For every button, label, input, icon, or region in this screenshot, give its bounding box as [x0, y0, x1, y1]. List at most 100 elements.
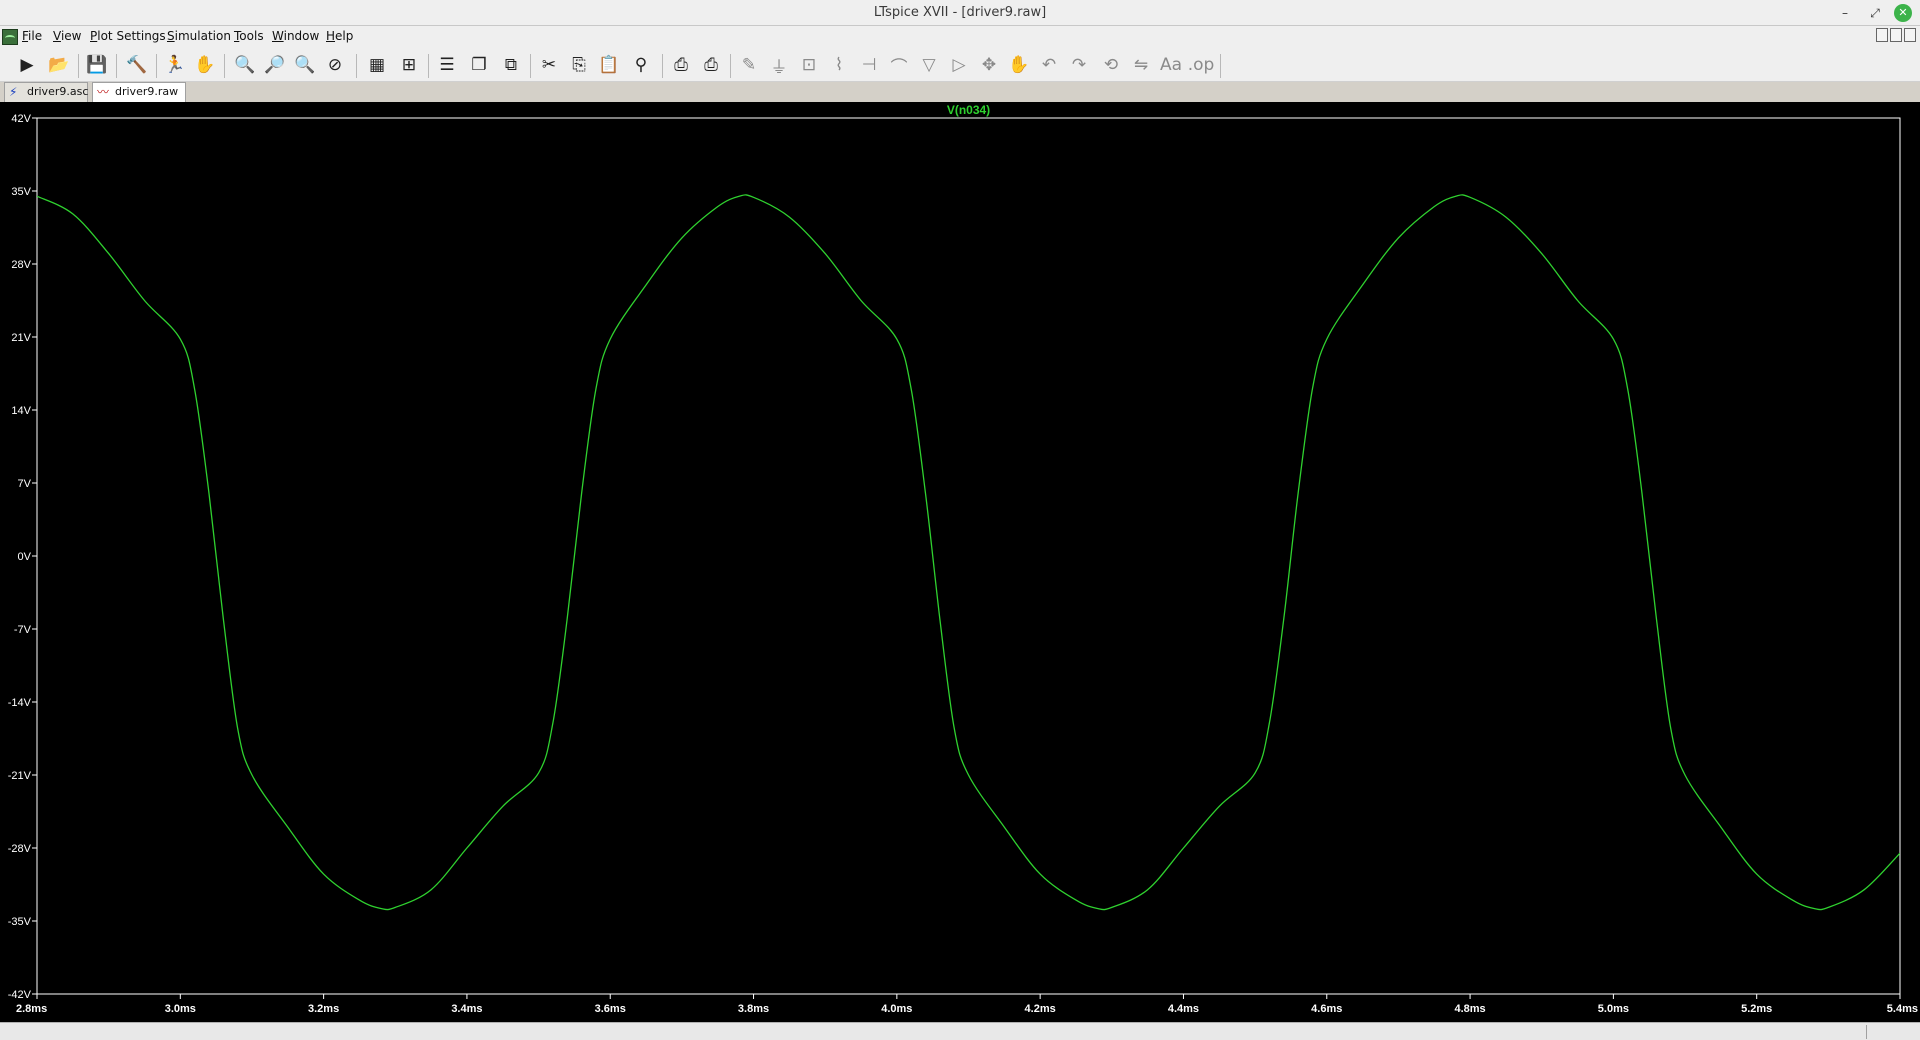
move-icon[interactable]: ✥	[976, 52, 1002, 78]
menu-help[interactable]: Help	[326, 29, 353, 43]
tab-driver9-raw[interactable]: 〰 driver9.raw	[92, 82, 186, 102]
mirror-icon[interactable]: ⇋	[1128, 52, 1154, 78]
mdi-restore-button[interactable]	[1876, 28, 1888, 42]
x-tick-label: 3.6ms	[595, 1003, 626, 1015]
waveform-viewer[interactable]: 42V 35V 28V 21V 14V 7V 0V -7V -14V -21V -28V -35V -4…	[0, 102, 1920, 1022]
ltspice-app-icon[interactable]	[2, 29, 18, 45]
y-tick-label: -42V	[8, 989, 32, 1001]
control-panel-icon[interactable]: 🔨	[124, 52, 150, 78]
cascade-windows-icon[interactable]: ❐	[466, 52, 492, 78]
x-tick-label: 4.0ms	[881, 1003, 912, 1015]
status-divider	[1866, 1025, 1867, 1039]
menu-file[interactable]: File	[22, 29, 42, 43]
mdi-tile-button[interactable]	[1890, 28, 1902, 42]
ground-icon[interactable]: ⏚	[766, 52, 792, 78]
zoom-icon[interactable]: 🔎	[262, 52, 288, 78]
y-tick-label: -35V	[8, 916, 32, 928]
print-preview-icon[interactable]: ⎙	[698, 52, 724, 78]
toolbar: ▶ 📂 💾 🔨 🏃 ✋ 🔍 🔎 🔍 ⊘ ▦ ⊞ ☰ ❐ ⧉ ✂ ⎘ 📋 ⚲ ⎙ …	[0, 48, 1920, 82]
toolbar-separator	[224, 54, 225, 78]
add-plot-pane-icon[interactable]: ⊞	[396, 52, 422, 78]
toolbar-separator	[356, 54, 357, 78]
x-tick-label: 3.2ms	[308, 1003, 339, 1015]
menu-help-label: elp	[335, 29, 354, 43]
status-bar	[0, 1022, 1920, 1040]
waveform-icon: 〰	[97, 85, 110, 99]
menu-plot-settings[interactable]: Plot Settings	[90, 29, 166, 43]
redo-icon[interactable]: ↷	[1066, 52, 1092, 78]
plot-frame	[36, 117, 1901, 995]
tab-driver9-asc[interactable]: ⚡ driver9.asc	[4, 82, 88, 102]
window-titlebar: LTspice XVII - [driver9.raw] – ⤢ ✕	[0, 0, 1920, 26]
trace-legend-label[interactable]: V(n034)	[947, 103, 990, 117]
menu-file-label: ile	[28, 29, 43, 43]
toolbar-separator	[662, 54, 663, 78]
spice-directive-icon[interactable]: .op	[1188, 52, 1215, 78]
zoom-in-icon[interactable]: 🔍	[232, 52, 258, 78]
toolbar-separator	[156, 54, 157, 78]
menu-view[interactable]: View	[53, 29, 81, 43]
drag-icon[interactable]: ✋	[1006, 52, 1032, 78]
x-tick-label: 5.2ms	[1741, 1003, 1772, 1015]
close-button[interactable]: ✕	[1894, 4, 1912, 22]
x-tick-label: 5.4ms	[1887, 1003, 1918, 1015]
x-tick-label: 4.2ms	[1025, 1003, 1056, 1015]
menu-simulation[interactable]: Simulation	[167, 29, 231, 43]
trace-v-n034	[37, 194, 1900, 911]
text-icon[interactable]: Aa	[1158, 52, 1184, 78]
y-tick-label: 7V	[18, 478, 32, 490]
menu-tools[interactable]: Tools	[234, 29, 264, 43]
inductor-icon[interactable]: ⌒	[886, 52, 912, 78]
menu-simulation-label: imulation	[174, 29, 231, 43]
rotate-icon[interactable]: ⟲	[1098, 52, 1124, 78]
paste-icon[interactable]: 📋	[596, 52, 622, 78]
toolbar-separator	[1220, 54, 1221, 78]
tile-vertical-icon[interactable]: ⧉	[498, 52, 524, 78]
label-net-icon[interactable]: ⊡	[796, 52, 822, 78]
diode-icon[interactable]: ▽	[916, 52, 942, 78]
zoom-fit-icon[interactable]: ⊘	[322, 52, 348, 78]
schematic-icon: ⚡	[9, 85, 18, 99]
waveform-plot[interactable]: 42V 35V 28V 21V 14V 7V 0V -7V -14V -21V -28V -35V -4…	[0, 102, 1920, 1022]
x-tick-label: 5.0ms	[1598, 1003, 1629, 1015]
capacitor-icon[interactable]: ⊣	[856, 52, 882, 78]
draw-wire-icon[interactable]: ✎	[736, 52, 762, 78]
undo-icon[interactable]: ↶	[1036, 52, 1062, 78]
y-tick-label: 14V	[11, 405, 31, 417]
component-icon[interactable]: ▷	[946, 52, 972, 78]
run-icon[interactable]: ▶	[14, 52, 40, 78]
resistor-icon[interactable]: ⌇	[826, 52, 852, 78]
cut-icon[interactable]: ✂	[536, 52, 562, 78]
toolbar-separator	[428, 54, 429, 78]
open-folder-icon[interactable]: 📂	[46, 52, 72, 78]
find-binoculars-icon[interactable]: ⚲	[628, 52, 654, 78]
menu-window[interactable]: Window	[272, 29, 319, 43]
y-tick-label: 35V	[11, 186, 31, 198]
x-tick-label: 4.8ms	[1454, 1003, 1485, 1015]
x-tick-label: 3.4ms	[451, 1003, 482, 1015]
y-tick-label: -14V	[8, 697, 32, 709]
zoom-out-icon[interactable]: 🔍	[292, 52, 318, 78]
y-tick-label: -28V	[8, 843, 32, 855]
toolbar-separator	[78, 54, 79, 78]
autorange-icon[interactable]: ▦	[364, 52, 390, 78]
menu-view-label: iew	[60, 29, 82, 43]
tile-horizontal-icon[interactable]: ☰	[434, 52, 460, 78]
mdi-close-button[interactable]	[1904, 28, 1916, 42]
x-tick-label: 4.4ms	[1168, 1003, 1199, 1015]
maximize-button[interactable]: ⤢	[1866, 4, 1884, 22]
print-icon[interactable]: ⎙	[668, 52, 694, 78]
pan-hand-icon[interactable]: ✋	[192, 52, 218, 78]
menu-tools-label: ools	[239, 29, 264, 43]
x-tick-label: 4.6ms	[1311, 1003, 1342, 1015]
copy-icon[interactable]: ⎘	[566, 52, 592, 78]
save-icon[interactable]: 💾	[84, 52, 110, 78]
minimize-button[interactable]: –	[1836, 4, 1854, 22]
y-tick-label: -7V	[14, 624, 32, 636]
window-title: LTspice XVII - [driver9.raw]	[873, 5, 1047, 20]
y-tick-label: 0V	[18, 551, 32, 563]
run-sim-icon[interactable]: 🏃	[162, 52, 188, 78]
tab-label: driver9.raw	[115, 85, 179, 98]
toolbar-separator	[730, 54, 731, 78]
y-tick-label: 21V	[11, 332, 31, 344]
